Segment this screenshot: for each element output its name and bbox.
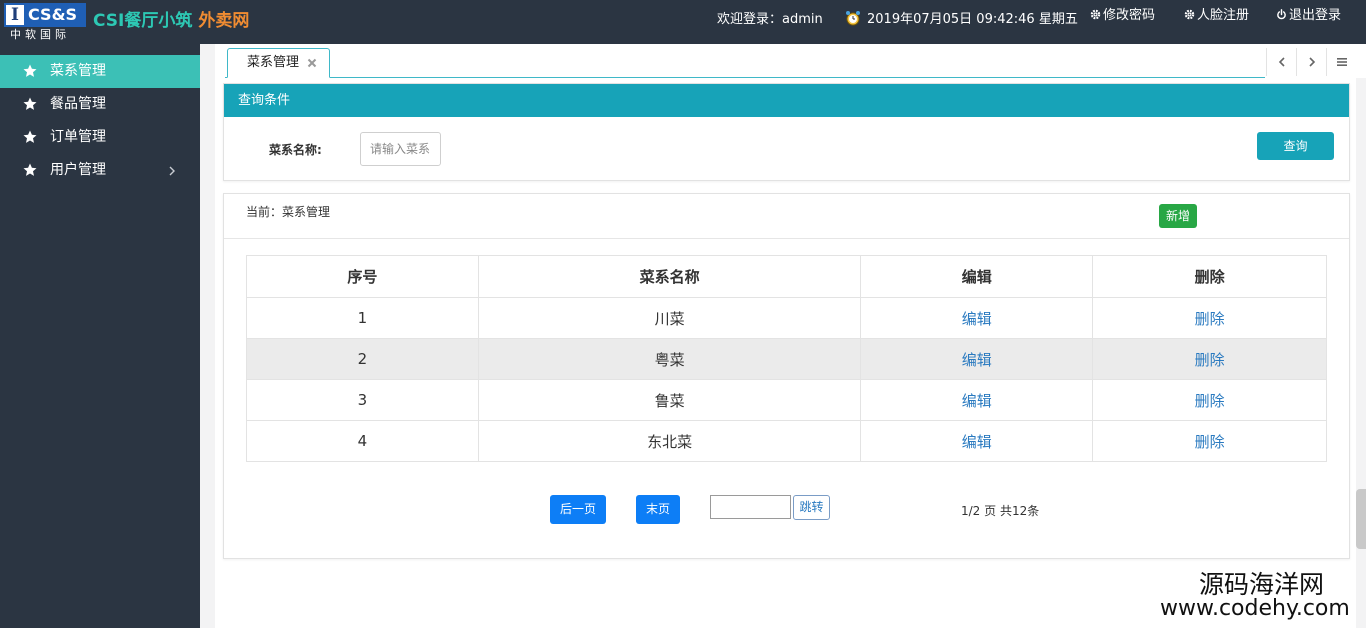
tab-cuisine-management[interactable]: 菜系管理 [227, 48, 330, 78]
delete-link[interactable]: 删除 [1195, 351, 1225, 369]
column-header-edit: 编辑 [860, 255, 1094, 298]
star-icon [23, 130, 37, 143]
edit-link[interactable]: 编辑 [962, 433, 992, 451]
row-delete-cell: 删除 [1092, 420, 1327, 462]
breadcrumb: 当前：菜系管理 [246, 205, 331, 219]
logo-subtitle: 中软国际 [10, 28, 70, 41]
row-edit-cell: 编辑 [860, 338, 1094, 380]
tab-bar: 菜系管理 [215, 44, 1366, 78]
sidebar-item-label: 订单管理 [50, 129, 106, 145]
column-header-index: 序号 [246, 255, 479, 298]
row-delete-cell: 删除 [1092, 297, 1327, 339]
alarm-clock-icon [846, 11, 860, 26]
star-icon [23, 64, 37, 77]
tab-label: 菜系管理 [247, 55, 300, 70]
row-delete-cell: 删除 [1092, 338, 1327, 380]
gear-icon [1184, 9, 1195, 20]
last-page-button[interactable]: 末页 [636, 495, 680, 524]
row-index: 2 [246, 338, 479, 380]
close-icon[interactable] [307, 58, 317, 68]
sidebar-item-dishes[interactable]: 餐品管理 [0, 88, 200, 121]
brand-name: CSI餐厅小筑 [93, 11, 193, 31]
cuisine-name-input[interactable] [360, 132, 441, 166]
power-icon [1277, 9, 1286, 20]
cuisine-table: 序号 菜系名称 编辑 删除 1 川菜 编辑 删除 2 粤菜 编辑 删除 3 鲁菜… [246, 255, 1327, 462]
row-edit-cell: 编辑 [860, 379, 1094, 421]
sidebar-item-label: 菜系管理 [50, 63, 106, 79]
row-cuisine-name: 粤菜 [477, 338, 862, 380]
add-button[interactable]: 新增 [1159, 204, 1197, 228]
content-area: 菜系管理 查询条件 菜系名称: 查询 当前：菜系管理 新增 [200, 44, 1366, 628]
edit-link[interactable]: 编辑 [962, 310, 992, 328]
row-cuisine-name: 鲁菜 [477, 379, 862, 421]
column-header-delete: 删除 [1092, 255, 1327, 298]
chevron-right-icon [169, 166, 175, 176]
table-row: 4 东北菜 编辑 删除 [246, 420, 1327, 462]
datetime-display: 2019年07月05日 09:42:46 星期五 [845, 0, 1078, 40]
jump-button[interactable]: 跳转 [793, 495, 830, 520]
chevron-left-icon [1278, 57, 1285, 67]
site-brand: CSI餐厅小筑 外卖网 [93, 9, 249, 33]
face-register-link[interactable]: 人脸注册 [1184, 0, 1249, 36]
star-icon [23, 163, 37, 176]
table-row: 1 川菜 编辑 删除 [246, 297, 1327, 339]
tab-bar-underline [225, 77, 1265, 78]
query-panel-title: 查询条件 [224, 84, 1349, 117]
query-panel: 查询条件 菜系名称: 查询 [223, 83, 1350, 181]
row-cuisine-name: 东北菜 [477, 420, 862, 462]
change-password-link[interactable]: 修改密码 [1090, 0, 1155, 36]
page-jump-input[interactable] [710, 495, 791, 519]
sidebar-item-label: 用户管理 [50, 162, 106, 178]
delete-link[interactable]: 删除 [1195, 310, 1225, 328]
company-logo: I CS&S 中软国际 [4, 3, 86, 41]
next-page-button[interactable]: 后一页 [550, 495, 606, 524]
delete-link[interactable]: 删除 [1195, 392, 1225, 410]
page-info: 1/2 页 共12条 [961, 504, 1040, 518]
gear-icon [1090, 9, 1101, 20]
change-password-label[interactable]: 修改密码 [1103, 8, 1155, 23]
row-edit-cell: 编辑 [860, 420, 1094, 462]
column-header-name: 菜系名称 [477, 255, 862, 298]
logo-letter: I [6, 5, 24, 25]
search-button[interactable]: 查询 [1257, 132, 1334, 160]
sidebar-item-label: 餐品管理 [50, 96, 106, 112]
logout-link[interactable]: 退出登录 [1276, 0, 1341, 36]
row-index: 3 [246, 379, 479, 421]
edit-link[interactable]: 编辑 [962, 351, 992, 369]
welcome-text: 欢迎登录：admin [717, 12, 823, 27]
divider [224, 238, 1349, 239]
row-index: 4 [246, 420, 479, 462]
brand-suffix: 外卖网 [198, 11, 250, 31]
star-icon [23, 97, 37, 110]
sidebar: 菜系管理 餐品管理 订单管理 用户管理 [0, 44, 200, 628]
sidebar-item-orders[interactable]: 订单管理 [0, 121, 200, 154]
tab-scroll-left-button[interactable] [1266, 48, 1296, 76]
list-icon [1337, 58, 1347, 66]
cuisine-name-label: 菜系名称: [269, 143, 322, 157]
logout-label[interactable]: 退出登录 [1289, 8, 1341, 23]
logo-text: CS&S [28, 5, 78, 24]
table-header-row: 序号 菜系名称 编辑 删除 [246, 255, 1327, 298]
list-panel: 当前：菜系管理 新增 序号 菜系名称 编辑 删除 1 川菜 编辑 删除 2 粤菜… [223, 193, 1350, 559]
top-bar: I CS&S 中软国际 CSI餐厅小筑 外卖网 欢迎登录：admin 2019年0… [0, 0, 1366, 44]
datetime-text: 2019年07月05日 09:42:46 星期五 [867, 12, 1078, 27]
row-edit-cell: 编辑 [860, 297, 1094, 339]
table-row: 3 鲁菜 编辑 删除 [246, 379, 1327, 421]
face-register-label[interactable]: 人脸注册 [1197, 8, 1249, 23]
chevron-right-icon [1309, 57, 1316, 67]
scrollbar-handle[interactable] [1356, 489, 1366, 549]
tab-scroll-right-button[interactable] [1296, 48, 1326, 76]
sidebar-item-cuisine[interactable]: 菜系管理 [0, 55, 200, 88]
watermark-url: www.codehy.com [1160, 596, 1350, 621]
sidebar-item-users[interactable]: 用户管理 [0, 154, 200, 187]
row-delete-cell: 删除 [1092, 379, 1327, 421]
row-cuisine-name: 川菜 [477, 297, 862, 339]
tab-menu-button[interactable] [1326, 48, 1356, 76]
table-row: 2 粤菜 编辑 删除 [246, 338, 1327, 380]
content-page: 菜系管理 查询条件 菜系名称: 查询 当前：菜系管理 新增 [215, 44, 1366, 628]
row-index: 1 [246, 297, 479, 339]
delete-link[interactable]: 删除 [1195, 433, 1225, 451]
edit-link[interactable]: 编辑 [962, 392, 992, 410]
